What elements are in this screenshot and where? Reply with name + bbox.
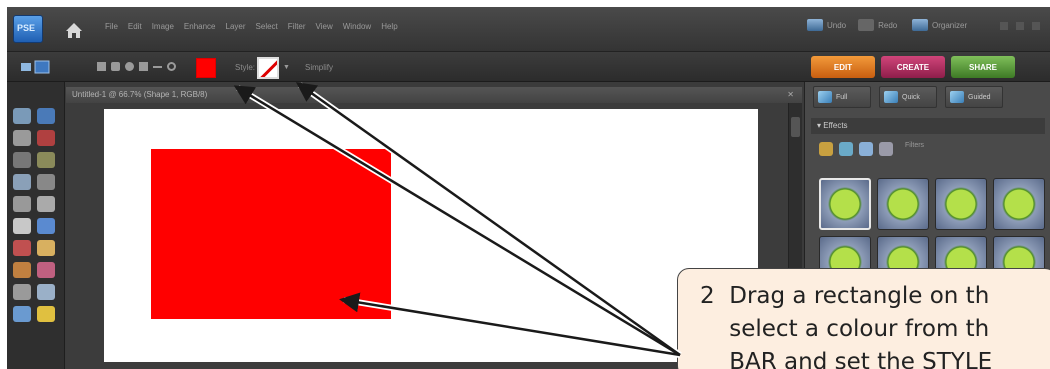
arrow-to-color-swatch bbox=[233, 85, 681, 357]
annotation-arrows bbox=[233, 82, 682, 358]
arrow-to-style-picker bbox=[295, 82, 681, 357]
